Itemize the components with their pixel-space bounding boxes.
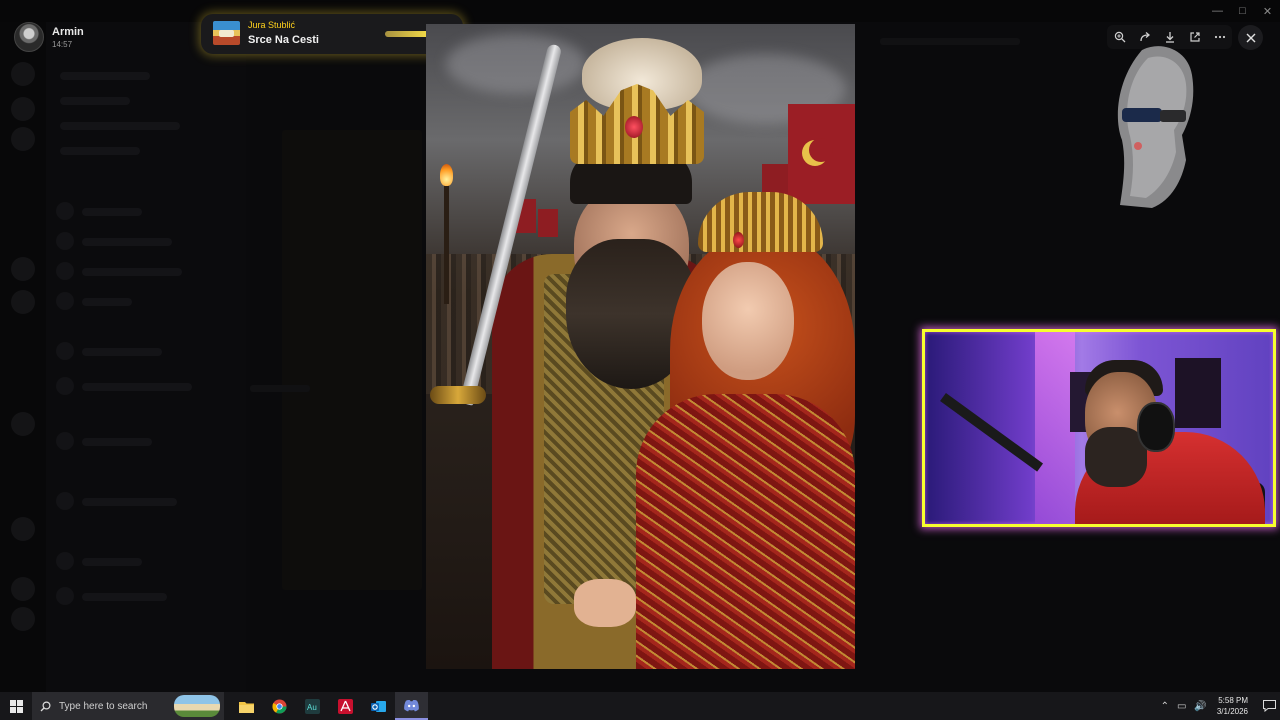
dm-item bbox=[82, 438, 152, 446]
image-woman-face bbox=[702, 262, 794, 380]
dm-avatar bbox=[56, 292, 74, 310]
svg-text:Au: Au bbox=[307, 703, 317, 712]
system-tray: ⌃ ▭ 🔊 5:58 PM 3/1/2026 bbox=[1157, 692, 1280, 720]
dm-avatar bbox=[56, 552, 74, 570]
windows-start-icon[interactable] bbox=[0, 692, 32, 720]
clock-time: 5:58 PM bbox=[1218, 696, 1248, 705]
image-sword-hilt bbox=[430, 386, 486, 404]
image-crown-gem bbox=[625, 116, 643, 138]
user-name: Armin bbox=[52, 25, 84, 38]
discord-icon[interactable] bbox=[395, 692, 428, 720]
clock-date: 3/1/2026 bbox=[1216, 707, 1248, 716]
server-icon bbox=[11, 412, 35, 436]
window-controls: — □ ✕ bbox=[1205, 0, 1280, 22]
outlook-icon[interactable] bbox=[362, 692, 395, 720]
dm-item bbox=[82, 383, 192, 391]
server-rail bbox=[0, 22, 46, 692]
webcam-feed bbox=[922, 329, 1276, 527]
viewer-user-chip: Armin 14:57 bbox=[14, 22, 84, 52]
search-highlight-art bbox=[174, 695, 220, 717]
image-woman-dress bbox=[636, 394, 855, 669]
network-icon[interactable]: ▭ bbox=[1177, 701, 1186, 712]
image-torch-flame bbox=[440, 164, 453, 186]
channel-item bbox=[60, 147, 140, 155]
minimize-icon[interactable]: — bbox=[1205, 0, 1230, 22]
taskbar: Type here to search Au ⌃ ▭ 🔊 5:58 PM 3/1… bbox=[0, 692, 1280, 720]
now-playing-track: Srce Na Cesti bbox=[248, 34, 319, 46]
taskbar-clock[interactable]: 5:58 PM 3/1/2026 bbox=[1217, 695, 1248, 717]
channel-item bbox=[60, 122, 180, 130]
user-timestamp: 14:57 bbox=[52, 39, 73, 49]
now-playing-progress-fill bbox=[385, 31, 426, 37]
channel-list bbox=[46, 22, 246, 692]
webcam-mic-arm bbox=[940, 392, 1044, 472]
chrome-icon[interactable] bbox=[263, 692, 296, 720]
taskbar-search[interactable]: Type here to search bbox=[32, 692, 224, 720]
dm-item bbox=[82, 348, 162, 356]
acrobat-icon[interactable] bbox=[329, 692, 362, 720]
dm-item bbox=[82, 238, 172, 246]
webcam-headphones bbox=[1137, 402, 1175, 452]
now-playing-artist: Jura Stublić bbox=[248, 20, 296, 30]
audition-icon[interactable]: Au bbox=[296, 692, 329, 720]
avatar bbox=[14, 22, 44, 52]
dm-avatar bbox=[56, 432, 74, 450]
maximize-icon[interactable]: □ bbox=[1230, 0, 1255, 22]
statue-head-overlay bbox=[1117, 46, 1194, 208]
server-icon bbox=[11, 97, 35, 121]
image-torch bbox=[444, 184, 449, 304]
more-icon[interactable] bbox=[1209, 26, 1231, 48]
image-crescent-flag bbox=[788, 104, 855, 204]
dm-avatar bbox=[56, 342, 74, 360]
dm-avatar bbox=[56, 492, 74, 510]
webcam-light-strip bbox=[1035, 332, 1075, 524]
channel-item bbox=[60, 97, 130, 105]
album-cover bbox=[213, 21, 240, 45]
notification-icon[interactable] bbox=[1258, 700, 1280, 712]
file-explorer-icon[interactable] bbox=[230, 692, 263, 720]
image-hand bbox=[574, 579, 636, 627]
dm-item bbox=[82, 298, 132, 306]
close-icon[interactable] bbox=[1238, 25, 1263, 50]
chat-image-attachment bbox=[282, 130, 422, 590]
chevron-up-icon[interactable]: ⌃ bbox=[1161, 701, 1169, 712]
dm-item bbox=[82, 593, 167, 601]
dm-avatar bbox=[56, 232, 74, 250]
window-close-icon[interactable]: ✕ bbox=[1255, 0, 1280, 22]
image-headdress-gem bbox=[733, 232, 744, 248]
dm-avatar bbox=[56, 262, 74, 280]
volume-icon[interactable]: 🔊 bbox=[1194, 701, 1206, 712]
server-icon bbox=[11, 62, 35, 86]
search-placeholder: Type here to search bbox=[59, 700, 148, 712]
channel-header bbox=[880, 38, 1020, 45]
server-icon bbox=[11, 127, 35, 151]
dm-item bbox=[82, 268, 182, 276]
dm-item bbox=[82, 558, 142, 566]
server-icon bbox=[11, 607, 35, 631]
dm-avatar bbox=[56, 587, 74, 605]
channel-item bbox=[60, 72, 150, 80]
image-cloud bbox=[446, 34, 586, 94]
dm-avatar bbox=[56, 377, 74, 395]
server-icon bbox=[11, 257, 35, 281]
viewed-image[interactable] bbox=[426, 24, 855, 669]
server-icon bbox=[11, 577, 35, 601]
search-icon bbox=[40, 700, 51, 711]
chat-message bbox=[250, 385, 310, 392]
server-icon bbox=[11, 517, 35, 541]
dm-item bbox=[82, 498, 177, 506]
image-flag bbox=[538, 209, 558, 237]
taskbar-apps: Au bbox=[230, 692, 428, 720]
webcam-wall-poster bbox=[1175, 358, 1221, 428]
server-icon bbox=[11, 290, 35, 314]
window-titlebar: — □ ✕ bbox=[0, 0, 1280, 22]
dm-avatar bbox=[56, 202, 74, 220]
dm-item bbox=[82, 208, 142, 216]
